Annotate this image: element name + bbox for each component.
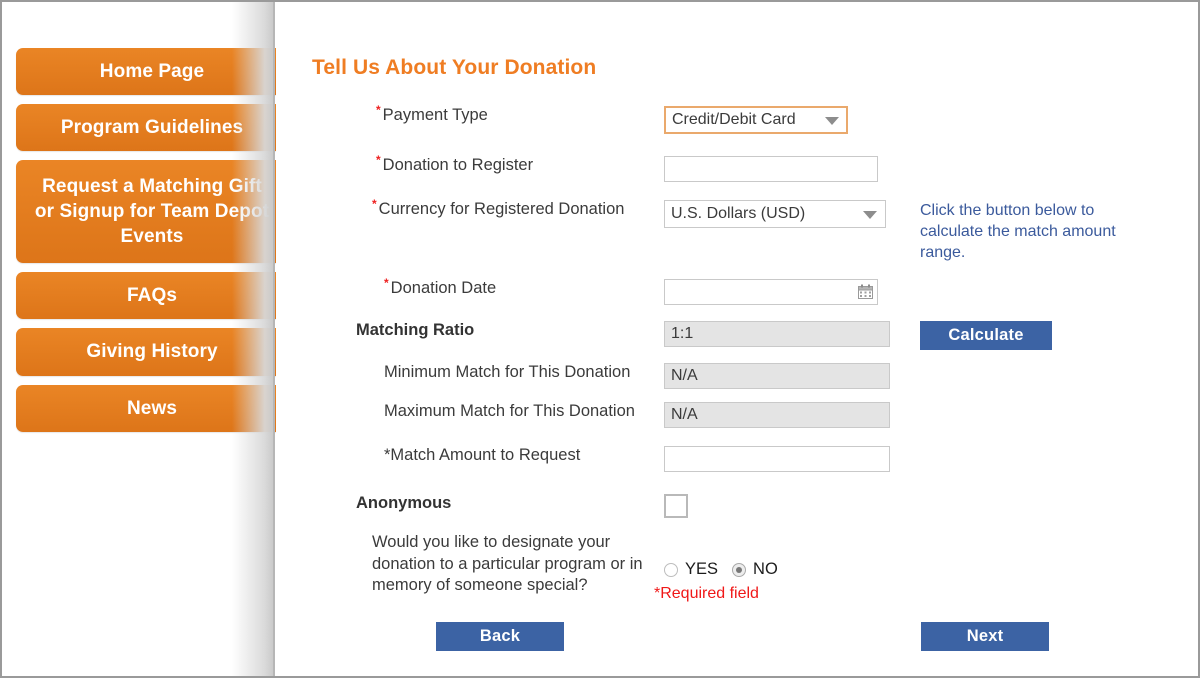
application-page: Home Page Program Guidelines Request a M…	[0, 0, 1200, 678]
maximum-match-label-cell: Maximum Match for This Donation	[276, 402, 664, 421]
required-asterisk-icon: *	[376, 102, 381, 117]
designate-label-cell: Would you like to designate your donatio…	[276, 532, 664, 596]
designate-radio-group: YES NO	[664, 560, 896, 579]
form-row-payment-type: * Payment Type Credit/Debit Card	[276, 102, 1198, 134]
sidebar-item-request-matching-gift[interactable]: Request a Matching Gift or Signup for Te…	[16, 160, 288, 264]
payment-type-value: Credit/Debit Card	[672, 111, 796, 128]
maximum-match-value	[664, 402, 890, 429]
form-row-donation-to-register: * Donation to Register	[276, 152, 1198, 182]
donation-date-label: Donation Date	[390, 279, 497, 298]
sidebar-item-label: FAQs	[126, 285, 178, 307]
donation-date-label-cell: * Donation Date	[276, 275, 664, 298]
required-field-note: *Required field	[654, 585, 759, 602]
donation-date-wrap	[664, 279, 878, 306]
matching-ratio-control	[664, 321, 896, 348]
minimum-match-control	[664, 363, 896, 390]
main-content: Tell Us About Your Donation * Payment Typ…	[276, 2, 1198, 676]
match-amount-input[interactable]	[664, 446, 890, 473]
currency-value: U.S. Dollars (USD)	[671, 205, 806, 222]
anonymous-label: Anonymous	[356, 494, 452, 513]
maximum-match-label: Maximum Match for This Donation	[384, 402, 635, 421]
currency-label-cell: * Currency for Registered Donation	[276, 196, 664, 219]
minimum-match-label: Minimum Match for This Donation	[384, 363, 631, 382]
radio-yes-label: YES	[685, 560, 719, 579]
anonymous-checkbox[interactable]	[664, 494, 688, 519]
help-text-cell: Click the button below to calculate the …	[920, 200, 1198, 263]
sidebar-item-label: Request a Matching Gift or Signup for Te…	[34, 176, 270, 248]
payment-type-select-wrap: Credit/Debit Card	[664, 106, 848, 134]
form-row-maximum-match: Maximum Match for This Donation	[276, 402, 1198, 429]
sidebar-item-label: Home Page	[99, 61, 205, 82]
anonymous-control	[664, 494, 896, 519]
next-button[interactable]: Next	[921, 622, 1049, 651]
anonymous-label-cell: Anonymous	[276, 494, 664, 513]
form-row-matching-ratio: Matching Ratio Calculate	[276, 321, 1198, 351]
radio-yes[interactable]	[664, 562, 678, 577]
sidebar-nav-list: Home Page Program Guidelines Request a M…	[16, 48, 316, 441]
form-row-anonymous: Anonymous	[276, 494, 1198, 519]
page-title: Tell Us About Your Donation	[312, 56, 597, 79]
form-row-minimum-match: Minimum Match for This Donation	[276, 363, 1198, 390]
donation-to-register-label-cell: * Donation to Register	[276, 152, 664, 175]
sidebar-divider	[273, 2, 275, 676]
required-asterisk-icon: *	[376, 152, 381, 167]
designate-question: Would you like to designate your donatio…	[372, 533, 643, 595]
matching-ratio-label-cell: Matching Ratio	[276, 321, 664, 340]
match-amount-label-cell: *Match Amount to Request	[276, 446, 664, 465]
sidebar-item-label: News	[126, 397, 178, 419]
donation-to-register-control	[664, 156, 896, 182]
required-asterisk-icon: *	[372, 196, 377, 211]
donation-to-register-label: Donation to Register	[382, 156, 534, 174]
maximum-match-control	[664, 402, 896, 429]
payment-type-label: Payment Type	[382, 106, 488, 124]
minimum-match-label-cell: Minimum Match for This Donation	[276, 363, 664, 382]
donation-form: * Payment Type Credit/Debit Card * Donat…	[276, 102, 1198, 597]
currency-control: U.S. Dollars (USD)	[664, 200, 896, 228]
sidebar: Home Page Program Guidelines Request a M…	[2, 2, 288, 676]
calculate-button[interactable]: Calculate	[920, 321, 1052, 351]
payment-type-select[interactable]: Credit/Debit Card	[664, 106, 848, 134]
payment-type-control: Credit/Debit Card	[664, 106, 896, 134]
sidebar-item-news[interactable]: News	[16, 384, 288, 432]
form-row-currency: * Currency for Registered Donation U.S. D…	[276, 196, 1198, 263]
form-row-match-amount: *Match Amount to Request	[276, 446, 1198, 473]
chevron-down-icon	[825, 117, 839, 125]
sidebar-item-home-page[interactable]: Home Page	[16, 48, 288, 96]
matching-ratio-label: Matching Ratio	[356, 321, 475, 340]
sidebar-item-label: Program Guidelines	[60, 117, 244, 139]
radio-no[interactable]	[732, 562, 747, 577]
currency-select-wrap: U.S. Dollars (USD)	[664, 200, 886, 228]
back-button[interactable]: Back	[436, 622, 564, 651]
donation-date-control	[664, 279, 896, 306]
match-amount-control	[664, 446, 896, 473]
chevron-down-icon	[863, 211, 877, 219]
payment-type-label-cell: * Payment Type	[276, 102, 664, 125]
required-asterisk-icon: *	[384, 275, 389, 290]
donation-to-register-input[interactable]	[664, 156, 878, 182]
sidebar-item-program-guidelines[interactable]: Program Guidelines	[16, 104, 288, 152]
sidebar-item-faqs[interactable]: FAQs	[16, 272, 288, 320]
match-amount-label: *Match Amount to Request	[384, 446, 581, 465]
sidebar-item-giving-history[interactable]: Giving History	[16, 328, 288, 376]
donation-date-input[interactable]	[664, 279, 878, 306]
calculate-button-cell: Calculate	[920, 321, 1198, 351]
matching-ratio-value	[664, 321, 890, 348]
form-row-donation-date: * Donation Date	[276, 275, 1198, 306]
currency-label: Currency for Registered Donation	[378, 200, 625, 218]
minimum-match-value	[664, 363, 890, 390]
designate-control: YES NO	[664, 532, 896, 579]
sidebar-item-label: Giving History	[86, 341, 218, 363]
currency-select[interactable]: U.S. Dollars (USD)	[664, 200, 886, 228]
radio-no-label: NO	[753, 560, 778, 579]
calculate-help-text: Click the button below to calculate the …	[920, 202, 1116, 262]
